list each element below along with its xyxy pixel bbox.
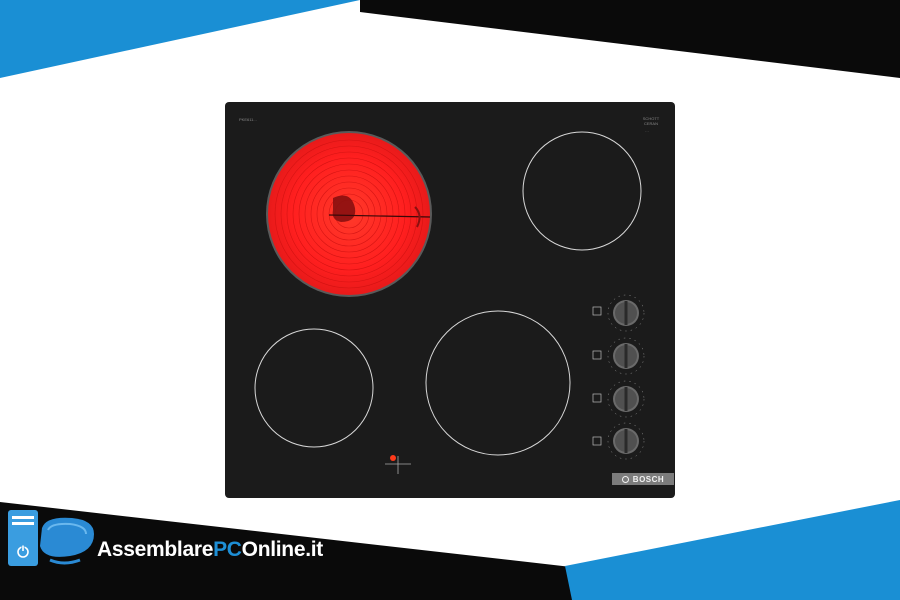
site-name-suffix: Online.it: [241, 538, 324, 561]
model-label: PKE611...: [239, 117, 257, 122]
residual-heat-indicator: [385, 455, 411, 474]
top-left-blue-band: [0, 0, 360, 78]
zone-rear-right: [522, 131, 642, 251]
control-knob-1[interactable]: [592, 294, 645, 332]
computer-tower-monitor-icon: [8, 510, 94, 566]
control-knob-2[interactable]: [592, 337, 645, 375]
bosch-logo-icon: [621, 475, 629, 483]
zone-front-center: [425, 310, 571, 456]
ceran-sublabel: …: [645, 128, 649, 133]
ceramic-hob: PKE611... SCHOTT CERAN … BOSCH: [225, 102, 675, 498]
control-knob-4[interactable]: [592, 422, 645, 460]
brand-name: BOSCH: [632, 474, 665, 484]
hob-drawing: [254, 131, 645, 474]
brand-plate: BOSCH: [612, 473, 674, 485]
bottom-right-blue-band: [565, 500, 900, 600]
top-right-black-band: [360, 0, 900, 78]
ceran-label: SCHOTT CERAN: [642, 116, 660, 126]
site-name-accent: PC: [213, 538, 242, 561]
site-name: AssemblarePCOnline.it: [97, 538, 323, 562]
site-name-prefix: Assemblare: [97, 538, 214, 561]
hot-zone-rear-left: [266, 131, 432, 297]
zone-front-left: [254, 328, 374, 448]
control-knob-3[interactable]: [592, 380, 645, 418]
